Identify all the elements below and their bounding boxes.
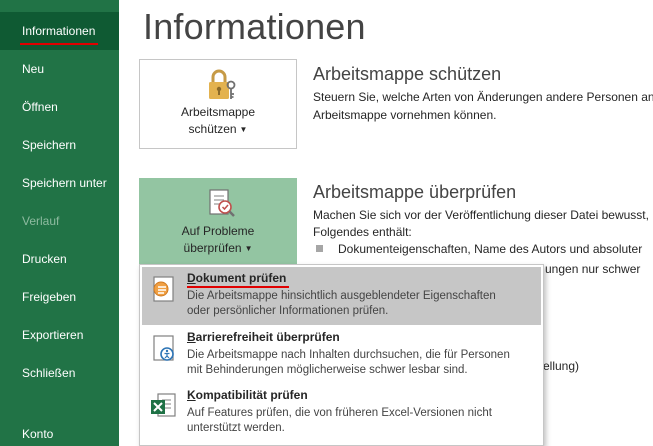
bullet-marker <box>316 245 323 252</box>
mnemonic-letter: B <box>187 330 196 344</box>
protect-button-label-2: schützen <box>188 122 237 136</box>
nav-speichern-unter[interactable]: Speichern unter <box>0 164 119 202</box>
nav-freigeben[interactable]: Freigeben <box>0 278 119 316</box>
description-line-2: unterstützt werden. <box>187 422 285 434</box>
description-line-1: Auf Features prüfen, die von früheren Ex… <box>187 407 492 419</box>
menu-item-title-rest: arrierefreiheit überprüfen <box>195 330 340 344</box>
mnemonic-letter: K <box>187 388 196 402</box>
protect-button-label-2-row: schützen ▼ <box>140 121 296 138</box>
description-line-2: mit Behinderungen möglicherweise schwer … <box>187 364 468 376</box>
protect-button-label-1: Arbeitsmappe <box>180 105 256 119</box>
menu-item-title-rest: ompatibilität prüfen <box>195 388 308 402</box>
document-inspector-icon <box>153 276 174 302</box>
nav-konto[interactable]: Konto <box>0 415 119 446</box>
description-line-1: Die Arbeitsmappe hinsichtlich ausgeblend… <box>187 290 496 302</box>
menu-item-check-compatibility[interactable]: Kompatibilität prüfen Auf Features prüfe… <box>142 384 541 442</box>
nav-oeffnen[interactable]: Öffnen <box>0 88 119 126</box>
protect-workbook-button[interactable]: Arbeitsmappe schützen ▼ <box>139 59 297 149</box>
description-line-1: Die Arbeitsmappe nach Inhalten durchsuch… <box>187 349 510 361</box>
inspect-document-icon <box>209 189 235 217</box>
obscured-text-fragment: ellung) <box>543 359 580 373</box>
menu-item-check-accessibility[interactable]: Barrierefreiheit überprüfen Die Arbeitsm… <box>142 326 541 384</box>
protect-section-title: Arbeitsmappe schützen <box>313 64 502 84</box>
page-title: Informationen <box>143 6 366 47</box>
nav-speichern[interactable]: Speichern <box>0 126 119 164</box>
lock-key-icon <box>209 69 236 99</box>
mnemonic-letter: D <box>187 271 196 285</box>
chevron-down-icon: ▼ <box>239 124 248 134</box>
protect-desc-line-2: Arbeitsmappe vornehmen können. <box>313 108 497 122</box>
check-button-label-2: überprüfen <box>183 241 242 255</box>
inspect-section-title: Arbeitsmappe überprüfen <box>313 182 517 202</box>
protect-desc-line-1: Steuern Sie, welche Arten von Änderungen… <box>313 90 653 104</box>
menu-item-description: Die Arbeitsmappe hinsichtlich ausgeblend… <box>187 289 496 319</box>
description-line-2: oder persönlicher Informationen prüfen. <box>187 305 389 317</box>
menu-item-title-rest: okument prüfen <box>195 271 287 285</box>
inspect-bullet-2-fragment: ungen nur schwer <box>545 262 641 276</box>
nav-schliessen[interactable]: Schließen <box>0 354 119 392</box>
menu-item-inspect-document[interactable]: Dokument prüfen Die Arbeitsmappe hinsich… <box>142 267 541 325</box>
inspect-desc-line-2: Folgendes enthält: <box>313 225 412 239</box>
menu-item-title: Barrierefreiheit überprüfen <box>187 330 340 344</box>
chevron-down-icon: ▼ <box>244 243 253 253</box>
backstage-sidebar: Informationen Neu Öffnen Speichern Speic… <box>0 0 119 446</box>
compatibility-checker-icon <box>151 393 176 417</box>
check-for-issues-button[interactable]: Auf Probleme überprüfen ▼ <box>139 178 297 266</box>
nav-verlauf: Verlauf <box>22 214 60 228</box>
nav-drucken[interactable]: Drucken <box>0 240 119 278</box>
check-button-label-1: Auf Probleme <box>181 224 255 238</box>
menu-item-title: Dokument prüfen <box>187 271 286 285</box>
inspect-desc-line-1: Machen Sie sich vor der Veröffentlichung… <box>313 208 649 222</box>
menu-item-description: Auf Features prüfen, die von früheren Ex… <box>187 406 492 436</box>
check-for-issues-menu: Dokument prüfen Die Arbeitsmappe hinsich… <box>139 264 544 446</box>
menu-item-title: Kompatibilität prüfen <box>187 388 308 402</box>
nav-neu[interactable]: Neu <box>0 50 119 88</box>
nav-exportieren[interactable]: Exportieren <box>0 316 119 354</box>
inspect-bullet-1: Dokumenteigenschaften, Name des Autors u… <box>338 242 643 256</box>
menu-item-description: Die Arbeitsmappe nach Inhalten durchsuch… <box>187 348 510 378</box>
check-button-label-2-row: überprüfen ▼ <box>140 240 296 257</box>
highlight-underline <box>187 286 289 288</box>
accessibility-checker-icon <box>153 335 174 361</box>
highlight-underline <box>20 43 98 45</box>
